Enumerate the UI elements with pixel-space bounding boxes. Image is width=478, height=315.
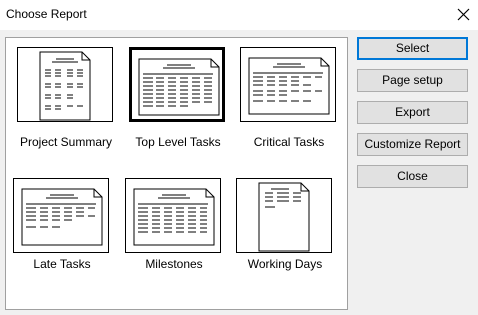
title-bar: Choose Report	[0, 0, 478, 30]
report-project-summary[interactable]: Project Summary	[11, 47, 121, 162]
report-late-tasks[interactable]: Late Tasks	[7, 178, 117, 293]
window-title: Choose Report	[6, 7, 87, 21]
close-button[interactable]: Close	[357, 165, 468, 188]
customize-report-button[interactable]: Customize Report	[357, 133, 468, 156]
export-button[interactable]: Export	[357, 101, 468, 124]
report-preview-icon	[129, 47, 225, 122]
select-button[interactable]: Select	[357, 37, 468, 60]
report-top-level-tasks[interactable]: Top Level Tasks	[123, 47, 233, 162]
close-icon[interactable]	[449, 0, 478, 30]
report-label: Milestones	[145, 257, 203, 271]
report-preview-icon	[236, 178, 332, 253]
report-preview-icon	[13, 178, 109, 253]
page-setup-button[interactable]: Page setup	[357, 69, 468, 92]
report-label: Project Summary	[19, 135, 113, 149]
report-preview-icon	[125, 178, 221, 253]
report-label: Working Days	[247, 257, 323, 271]
report-label: Late Tasks	[33, 257, 91, 271]
report-working-days[interactable]: Working Days	[230, 178, 340, 293]
report-critical-tasks[interactable]: Critical Tasks	[234, 47, 344, 162]
choose-report-dialog: Choose Report Project Summary Top Level …	[0, 0, 478, 315]
report-preview-icon	[240, 47, 336, 122]
report-milestones[interactable]: Milestones	[119, 178, 229, 293]
report-label: Critical Tasks	[253, 135, 325, 149]
report-gallery: Project Summary Top Level Tasks Critical…	[5, 37, 348, 310]
report-preview-icon	[17, 47, 113, 122]
report-label: Top Level Tasks	[135, 135, 221, 149]
